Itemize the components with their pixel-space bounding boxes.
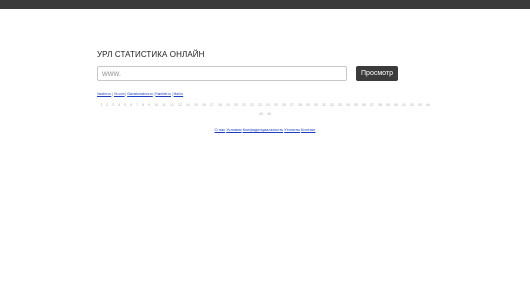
view-button[interactable]: Просмотр <box>356 66 398 81</box>
page-link[interactable]: 1 <box>100 101 102 110</box>
page-link[interactable]: 46 <box>267 110 271 119</box>
page-link[interactable]: 7 <box>136 101 138 110</box>
recent-site-link[interactable]: Rambler.ru <box>155 92 171 96</box>
page-link[interactable]: 10 <box>154 101 158 110</box>
page-link[interactable]: 42 <box>410 101 414 110</box>
privacy-link[interactable]: Конфиденциальность <box>243 127 284 132</box>
page-link[interactable]: 11 <box>162 101 166 110</box>
page-link[interactable]: 2 <box>106 101 108 110</box>
page-link[interactable]: 22 <box>250 101 254 110</box>
page-link[interactable]: 15 <box>194 101 198 110</box>
page-link[interactable]: 28 <box>298 101 302 110</box>
page-link[interactable]: 9 <box>148 101 150 110</box>
page-link[interactable]: 20 <box>234 101 238 110</box>
recent-site-link[interactable]: Vk.com <box>114 92 125 96</box>
page-link[interactable]: 24 <box>266 101 270 110</box>
page-link[interactable]: 34 <box>346 101 350 110</box>
page-link[interactable]: 3 <box>112 101 114 110</box>
contact-link[interactable]: Контакт <box>301 127 315 132</box>
search-form: Просмотр <box>97 66 399 83</box>
page-link[interactable]: 13 <box>178 101 182 110</box>
page-link[interactable]: 17 <box>210 101 214 110</box>
page-link[interactable]: 27 <box>290 101 294 110</box>
page-title: УРЛ СТАТИСТИКА ОНЛАЙН <box>97 50 205 59</box>
tools-link[interactable]: Утилиты <box>284 127 300 132</box>
page-link[interactable]: 8 <box>142 101 144 110</box>
recent-site-link[interactable]: Mail.ru <box>174 92 184 96</box>
page-link[interactable]: 31 <box>322 101 326 110</box>
page-link[interactable]: 44 <box>426 101 430 110</box>
page-link[interactable]: 39 <box>386 101 390 110</box>
page-link[interactable]: 18 <box>218 101 222 110</box>
page-link[interactable]: 26 <box>282 101 286 110</box>
top-bar <box>0 0 530 9</box>
page-link[interactable]: 19 <box>226 101 230 110</box>
page-link[interactable]: 16 <box>202 101 206 110</box>
page-link[interactable]: 40 <box>394 101 398 110</box>
page-link[interactable]: 21 <box>242 101 246 110</box>
url-input[interactable] <box>97 66 347 81</box>
pagination: 1 2 3 4 5 6 7 8 9 10 11 12 13 14 15 16 17 18 19 20 21 22 23 24 2… <box>97 101 433 119</box>
footer-links: О насУсловияКонфиденциальностьУтилитыКон… <box>0 127 530 132</box>
page-link[interactable]: 45 <box>259 110 263 119</box>
terms-link[interactable]: Условия <box>226 127 241 132</box>
page-link[interactable]: 25 <box>274 101 278 110</box>
about-link[interactable]: О нас <box>215 127 226 132</box>
page-link[interactable]: 33 <box>338 101 342 110</box>
page-link[interactable]: 12 <box>170 101 174 110</box>
page-link[interactable]: 41 <box>402 101 406 110</box>
page-link[interactable]: 6 <box>130 101 132 110</box>
page-link[interactable]: 23 <box>258 101 262 110</box>
recent-sites-links: Vandex.ru | Vk.com | Glavadomainov.ru | … <box>97 92 183 96</box>
page-link[interactable]: 5 <box>124 101 126 110</box>
page-link[interactable]: 30 <box>314 101 318 110</box>
page-link[interactable]: 43 <box>418 101 422 110</box>
page-link[interactable]: 14 <box>186 101 190 110</box>
page-link[interactable]: 29 <box>306 101 310 110</box>
page-link[interactable]: 37 <box>370 101 374 110</box>
page-link[interactable]: 32 <box>330 101 334 110</box>
page-link[interactable]: 38 <box>378 101 382 110</box>
recent-site-link[interactable]: Glavadomainov.ru <box>127 92 153 96</box>
recent-site-link[interactable]: Vandex.ru <box>97 92 111 96</box>
page-link[interactable]: 36 <box>362 101 366 110</box>
page-link[interactable]: 35 <box>354 101 358 110</box>
page-link[interactable]: 4 <box>118 101 120 110</box>
